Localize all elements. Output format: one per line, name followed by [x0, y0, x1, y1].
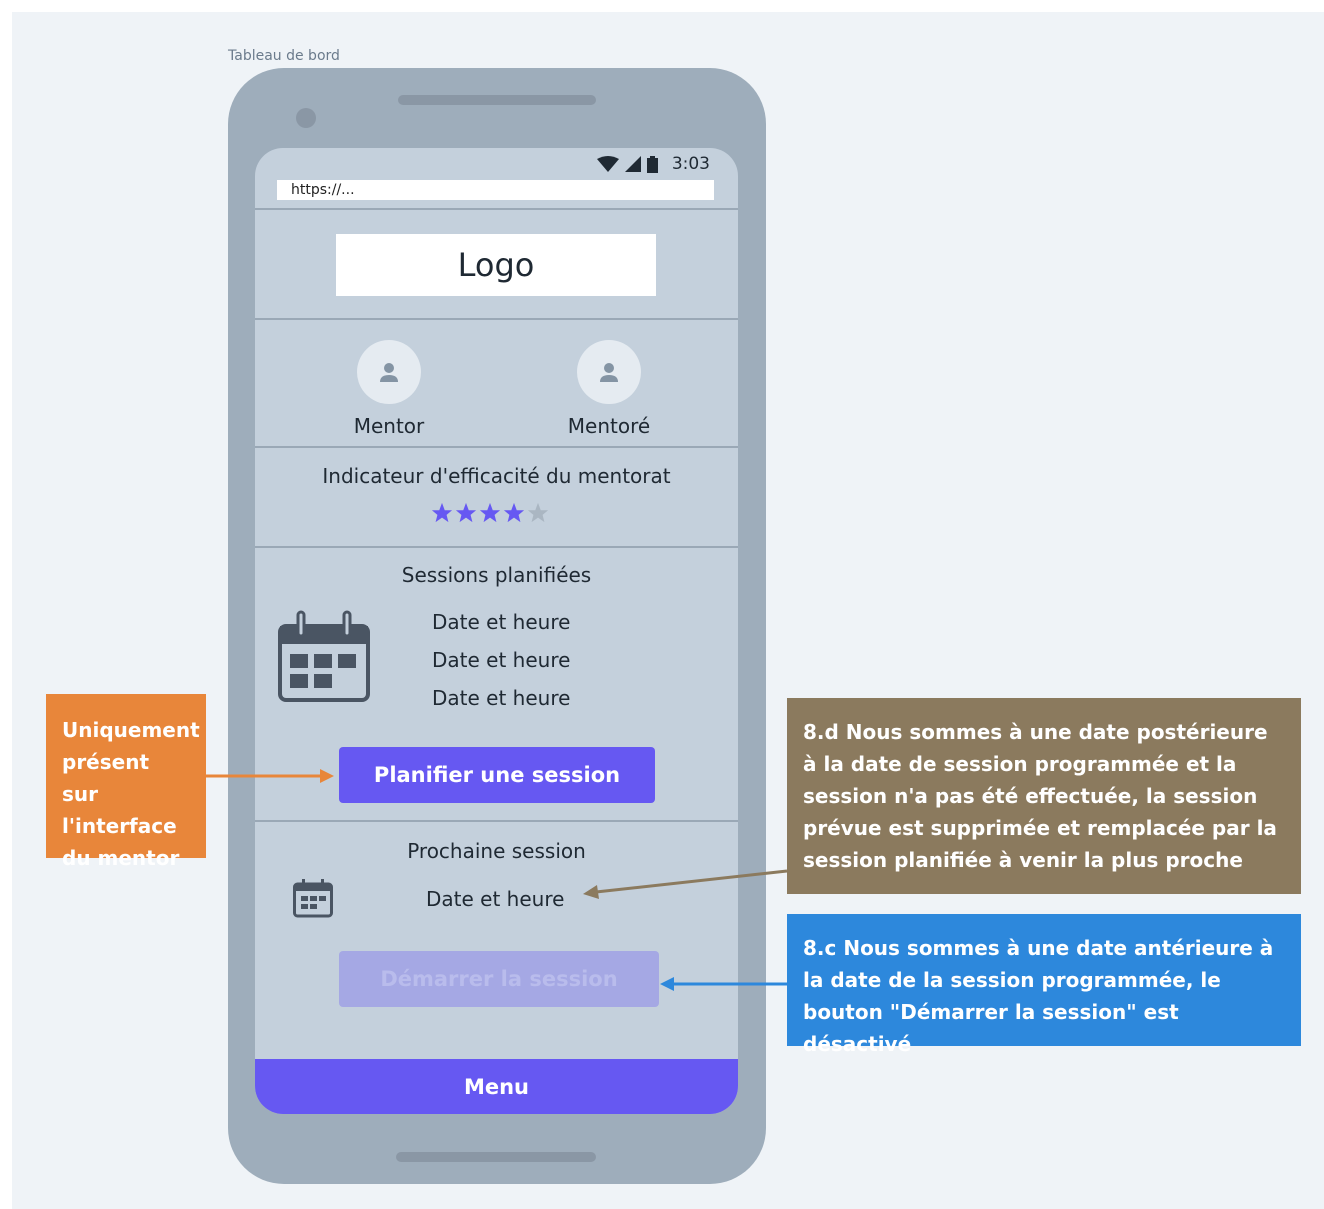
phone-screen: 3:03 https://... Logo Mentor Mentoré Ind…: [255, 148, 738, 1114]
mentor-label: Mentor: [353, 414, 425, 438]
effectiveness-rating: [431, 502, 549, 524]
next-session-title: Prochaine session: [407, 839, 586, 863]
signal-icon: [624, 156, 641, 172]
camera-icon: [296, 108, 316, 128]
star-icon: [455, 502, 477, 523]
divider: [255, 318, 738, 320]
user-icon: [600, 363, 618, 382]
calendar-icon: [278, 610, 370, 702]
divider: [255, 446, 738, 448]
speaker-bottom: [396, 1152, 596, 1162]
annotation-8d: 8.d Nous sommes à une date postérieure à…: [787, 698, 1301, 894]
status-bar: 3:03: [596, 152, 710, 176]
effectiveness-title: Indicateur d'efficacité du mentorat: [322, 464, 671, 488]
frame-label: Tableau de bord: [228, 48, 340, 64]
battery-icon: [646, 155, 658, 173]
mentee-avatar[interactable]: [577, 340, 641, 404]
star-icon: [431, 502, 453, 523]
plan-session-button[interactable]: Planifier une session: [339, 747, 655, 803]
planned-sessions-title: Sessions planifiées: [401, 563, 592, 587]
planned-session-item: Date et heure: [432, 610, 571, 634]
star-icon: [503, 502, 525, 523]
star-empty-icon: [527, 502, 549, 523]
menu-button[interactable]: Menu: [255, 1059, 738, 1114]
mentee-label: Mentoré: [567, 414, 651, 438]
speaker-top: [398, 95, 596, 105]
start-session-button[interactable]: Démarrer la session: [339, 951, 659, 1007]
wifi-icon: [596, 156, 619, 172]
planned-session-item: Date et heure: [432, 686, 571, 710]
divider: [255, 546, 738, 548]
annotation-8c: 8.c Nous sommes à une date antérieure à …: [787, 914, 1301, 1056]
url-bar[interactable]: https://...: [277, 180, 714, 200]
divider: [255, 820, 738, 822]
divider: [255, 208, 738, 210]
logo: Logo: [336, 234, 656, 296]
planned-session-item: Date et heure: [432, 648, 571, 672]
user-icon: [380, 363, 398, 382]
next-session-datetime: Date et heure: [426, 887, 565, 911]
annotation-mentor-only: Uniquement présent sur l'interface du me…: [46, 694, 206, 870]
phone-frame: 3:03 https://... Logo Mentor Mentoré Ind…: [228, 68, 766, 1184]
mentor-avatar[interactable]: [357, 340, 421, 404]
star-icon: [479, 502, 501, 523]
status-time: 3:03: [671, 154, 710, 174]
calendar-small-icon: [293, 879, 333, 918]
